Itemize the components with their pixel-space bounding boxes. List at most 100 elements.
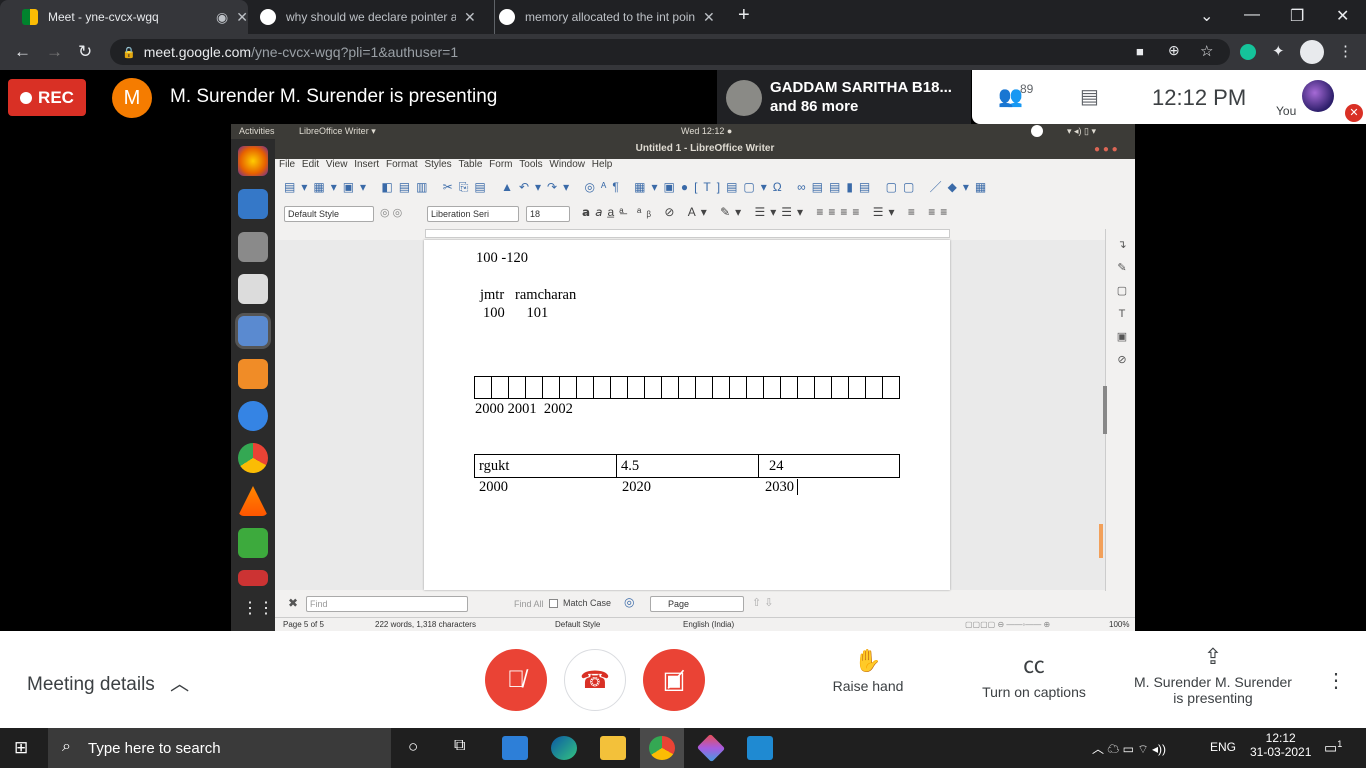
chrome-taskbar-icon[interactable]	[649, 736, 675, 760]
menu-insert[interactable]: Insert	[354, 159, 379, 170]
calc-icon[interactable]	[238, 528, 268, 558]
prev-next-icons[interactable]: ⇧ ⇩	[752, 596, 774, 609]
ubuntu-clock[interactable]: Wed 12:12 ●	[681, 126, 732, 136]
notification-icon[interactable]: ▭1	[1324, 739, 1342, 757]
page-status[interactable]: Page 5 of 5	[283, 620, 324, 629]
view-layout-icons[interactable]: ▢▢▢▢ ⊖ ——◦—— ⊕	[965, 620, 1050, 629]
restore-button[interactable]: ❐	[1290, 6, 1304, 26]
writer-icon[interactable]	[238, 316, 268, 346]
profile-avatar[interactable]	[1300, 40, 1324, 64]
store-icon[interactable]	[502, 736, 528, 760]
task-view-icon[interactable]: ⧉	[454, 737, 465, 755]
close-tab-icon[interactable]: ✕	[236, 9, 248, 26]
horizontal-ruler[interactable]	[425, 229, 950, 238]
bookmark-star-icon[interactable]: ☆	[1200, 42, 1213, 60]
chrome-icon[interactable]	[238, 443, 268, 473]
menu-window[interactable]: Window	[549, 159, 585, 170]
menu-view[interactable]: View	[326, 159, 348, 170]
close-tab-icon[interactable]: ✕	[703, 9, 715, 26]
font-value: Liberation Seri	[431, 209, 490, 219]
software-center-icon[interactable]	[238, 359, 268, 389]
camera-off-button[interactable]: ▣̸	[643, 649, 705, 711]
presenter-avatar: M	[112, 78, 152, 118]
tab-google-search-1[interactable]: why should we declare pointer a ✕	[256, 0, 488, 34]
zoom-icon[interactable]: ⊕	[1168, 42, 1180, 59]
edge-icon[interactable]	[551, 736, 577, 760]
windows-start-icon[interactable]: ⊞	[14, 738, 28, 758]
chat-icon[interactable]: ▤	[1080, 84, 1099, 109]
vscode-icon[interactable]	[747, 736, 773, 760]
help-icon[interactable]	[238, 401, 268, 431]
grammarly-icon[interactable]	[1240, 44, 1256, 60]
tab-meet[interactable]: Meet - yne-cvcx-wgq ◉ ✕	[0, 0, 248, 34]
close-tab-icon[interactable]: ✕	[464, 9, 476, 26]
google-favicon-icon	[260, 9, 276, 25]
files-icon[interactable]	[238, 232, 268, 262]
forward-icon[interactable]: →	[46, 42, 63, 62]
menu-help[interactable]: Help	[592, 159, 613, 170]
navigate-by-select[interactable]: Page	[650, 596, 744, 612]
activities-label[interactable]: Activities	[239, 126, 275, 136]
font-size-select[interactable]: 18	[526, 206, 570, 222]
menu-format[interactable]: Format	[386, 159, 418, 170]
paragraph-style-select[interactable]: Default Style	[284, 206, 374, 222]
system-tray-icon[interactable]: ▾ ◂) ▯ ▾	[1067, 126, 1096, 137]
sidebar-deck-icons[interactable]: ↴ ✎ ▢ T ▣ ⊘	[1113, 234, 1131, 372]
extensions-icon[interactable]: ✦	[1272, 42, 1285, 60]
formatting-toolbar-icons[interactable]: 𝗮𝘢a̲ᵃ̶ ᵃᵦ ⊘ A▾ ✎▾ ☰▾☰▾ ≡≡≡≡ ☰▾ ≡ ≡≡	[582, 205, 1092, 225]
meeting-details-button[interactable]: Meeting details ︿	[27, 669, 189, 696]
close-find-icon[interactable]: ✖	[288, 596, 298, 610]
profile-dropdown-icon[interactable]: ⌄	[1200, 6, 1213, 26]
find-input[interactable]: Find	[306, 596, 468, 612]
font-name-select[interactable]: Liberation Seri	[427, 206, 519, 222]
menu-file[interactable]: File	[279, 159, 295, 170]
more-options-icon[interactable]: ⋮	[1326, 668, 1346, 693]
menu-table[interactable]: Table	[458, 159, 482, 170]
new-tab-button[interactable]: +	[738, 4, 750, 27]
taskbar-search[interactable]: Type here to search	[48, 728, 391, 768]
menu-form[interactable]: Form	[489, 159, 512, 170]
menu-styles[interactable]: Styles	[424, 159, 451, 170]
leave-call-button[interactable]: ☎	[564, 649, 626, 711]
taskbar-clock[interactable]: 12:12 31-03-2021	[1250, 731, 1311, 759]
presenting-button[interactable]: ⇪ M. Surender M. Surender is presenting	[1128, 644, 1298, 706]
app-menu-label[interactable]: LibreOffice Writer ▾	[299, 126, 376, 137]
impress-icon[interactable]	[238, 570, 268, 586]
menu-edit[interactable]: Edit	[302, 159, 319, 170]
mic-off-button[interactable]: 🎙̸	[485, 649, 547, 711]
reload-icon[interactable]: ↻	[78, 42, 92, 62]
vertical-scrollbar[interactable]	[1103, 386, 1107, 434]
close-window-button[interactable]: ✕	[1336, 6, 1349, 26]
word-count[interactable]: 222 words, 1,318 characters	[375, 620, 476, 629]
cortana-icon[interactable]: ○	[408, 737, 418, 757]
find-all-button[interactable]: Find All	[514, 599, 544, 609]
thunderbird-icon[interactable]	[238, 189, 268, 219]
address-bar[interactable]: 🔒 meet.google.com/yne-cvcx-wgq?pli=1&aut…	[110, 39, 1230, 65]
window-controls-icon[interactable]: ● ● ●	[1094, 144, 1124, 155]
standard-toolbar-icons[interactable]: ▤▾▦▾▣▾ ◧▤▥ ✂⎘▤ ▲↶▾↷▾ ◎ᴬ¶ ▦▾▣●[T]▤▢▾Ω ∞▤▤…	[284, 178, 1104, 198]
style-actions-icon[interactable]: ◎ ◎	[380, 206, 402, 219]
match-case-checkbox[interactable]	[549, 599, 558, 608]
file-explorer-icon[interactable]	[600, 736, 626, 760]
zoom-level[interactable]: 100%	[1109, 620, 1129, 629]
language-indicator[interactable]: ENG	[1210, 740, 1236, 754]
tab-google-search-2[interactable]: memory allocated to the int poin ✕	[494, 0, 726, 34]
camera-icon[interactable]: ■	[1136, 44, 1144, 59]
text-cursor	[797, 479, 798, 495]
recording-badge: REC	[8, 79, 86, 116]
raise-hand-button[interactable]: ✋ Raise hand	[830, 648, 906, 694]
find-replace-icon[interactable]: ◎	[624, 595, 634, 609]
menu-tools[interactable]: Tools	[519, 159, 542, 170]
language-status[interactable]: English (India)	[683, 620, 734, 629]
back-icon[interactable]: ←	[14, 42, 31, 62]
find-placeholder: Find	[310, 599, 328, 609]
hand-icon: ✋	[854, 648, 882, 673]
presenting-label: M. Surender M. Surender	[1134, 674, 1292, 690]
firefox-icon[interactable]	[238, 146, 268, 176]
page-style-status[interactable]: Default Style	[555, 620, 600, 629]
system-tray[interactable]: ︿ ☁ ▭ ⌔ ◂)) ENG	[1092, 740, 1236, 756]
chrome-menu-icon[interactable]: ⋮	[1338, 42, 1353, 60]
captions-button[interactable]: ㏄ Turn on captions	[976, 648, 1092, 700]
rhythmbox-icon[interactable]	[238, 274, 268, 304]
minimize-button[interactable]: —	[1244, 6, 1260, 24]
